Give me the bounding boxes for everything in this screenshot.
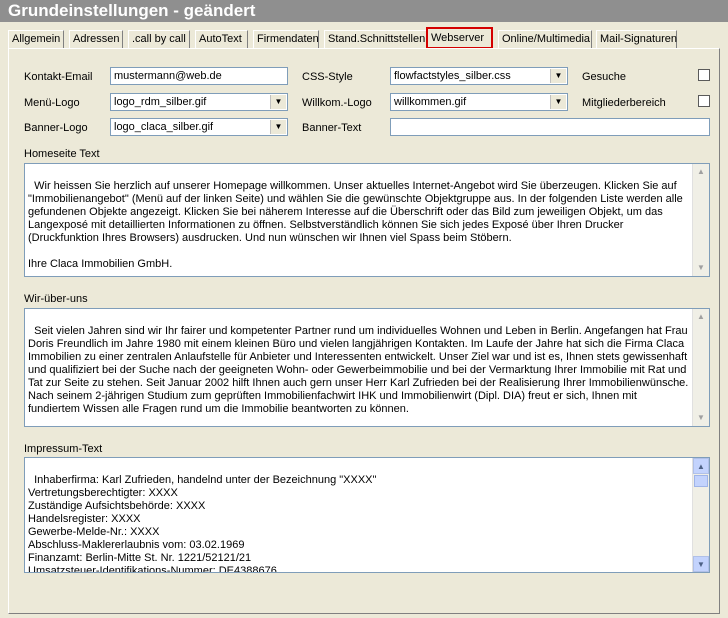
homeseite-label: Homeseite Text [24, 148, 100, 160]
willkom-logo-value: willkommen.gif [394, 96, 467, 108]
menu-logo-select[interactable]: logo_rdm_silber.gif ▼ [110, 93, 288, 111]
scroll-up-icon[interactable]: ▲ [693, 458, 709, 474]
tab-allgemein[interactable]: Allgemein [8, 30, 64, 48]
css-style-value: flowfactstyles_silber.css [394, 70, 511, 82]
banner-text-input[interactable] [390, 118, 710, 136]
wir-ueber-uns-scrollbar[interactable]: ▲ ▼ [692, 309, 709, 426]
tab-firmendaten[interactable]: Firmendaten [253, 30, 319, 48]
scroll-up-icon[interactable]: ▲ [693, 309, 709, 325]
banner-logo-label: Banner-Logo [24, 122, 88, 134]
tab-adressen[interactable]: Adressen [69, 30, 123, 48]
kontakt-email-input[interactable]: mustermann@web.de [110, 67, 288, 85]
willkom-logo-label: Willkom.-Logo [302, 97, 372, 109]
scroll-down-icon[interactable]: ▼ [693, 410, 709, 426]
scroll-up-icon[interactable]: ▲ [693, 164, 709, 180]
tab-online-multimedia[interactable]: Online/Multimedia [498, 30, 592, 48]
css-style-select[interactable]: flowfactstyles_silber.css ▼ [390, 67, 568, 85]
chevron-down-icon[interactable]: ▼ [270, 95, 286, 109]
homeseite-text: Wir heissen Sie herzlich auf unserer Hom… [28, 180, 683, 270]
gesuche-checkbox[interactable] [698, 69, 710, 81]
impressum-textarea[interactable]: Inhaberfirma: Karl Zufrieden, handelnd u… [24, 457, 710, 573]
css-style-label: CSS-Style [302, 71, 353, 83]
chevron-down-icon[interactable]: ▼ [550, 95, 566, 109]
willkom-logo-select[interactable]: willkommen.gif ▼ [390, 93, 568, 111]
impressum-label: Impressum-Text [24, 443, 103, 455]
tab-stand-schnittstellen[interactable]: Stand.Schnittstellen [324, 30, 427, 48]
banner-text-label: Banner-Text [302, 122, 362, 134]
mitgliederbereich-label: Mitgliederbereich [582, 97, 666, 109]
scroll-down-icon[interactable]: ▼ [693, 260, 709, 276]
window-title: Grundeinstellungen - geändert [0, 0, 728, 22]
wir-ueber-uns-label: Wir-über-uns [24, 293, 88, 305]
chevron-down-icon[interactable]: ▼ [550, 69, 566, 83]
homeseite-textarea[interactable]: Wir heissen Sie herzlich auf unserer Hom… [24, 163, 710, 277]
impressum-text: Inhaberfirma: Karl Zufrieden, handelnd u… [28, 474, 377, 573]
menu-logo-label: Menü-Logo [24, 97, 80, 109]
tab-mail-signaturen[interactable]: Mail-Signaturen [596, 30, 677, 48]
banner-logo-select[interactable]: logo_claca_silber.gif ▼ [110, 118, 288, 136]
chevron-down-icon[interactable]: ▼ [270, 120, 286, 134]
banner-logo-value: logo_claca_silber.gif [114, 121, 214, 133]
impressum-scrollbar[interactable]: ▲ ▼ [692, 458, 709, 572]
tab-autotext[interactable]: AutoText [195, 30, 248, 48]
tab-call-by-call[interactable]: .call by call [128, 30, 190, 48]
mitgliederbereich-checkbox[interactable] [698, 95, 710, 107]
tab-webserver[interactable]: Webserver [426, 27, 493, 49]
scroll-thumb[interactable] [694, 475, 708, 487]
homeseite-scrollbar[interactable]: ▲ ▼ [692, 164, 709, 276]
kontakt-email-label: Kontakt-Email [24, 71, 93, 83]
wir-ueber-uns-textarea[interactable]: Seit vielen Jahren sind wir Ihr fairer u… [24, 308, 710, 427]
wir-ueber-uns-text: Seit vielen Jahren sind wir Ihr fairer u… [28, 325, 692, 415]
menu-logo-value: logo_rdm_silber.gif [114, 96, 207, 108]
scroll-down-icon[interactable]: ▼ [693, 556, 709, 572]
gesuche-label: Gesuche [582, 71, 627, 83]
